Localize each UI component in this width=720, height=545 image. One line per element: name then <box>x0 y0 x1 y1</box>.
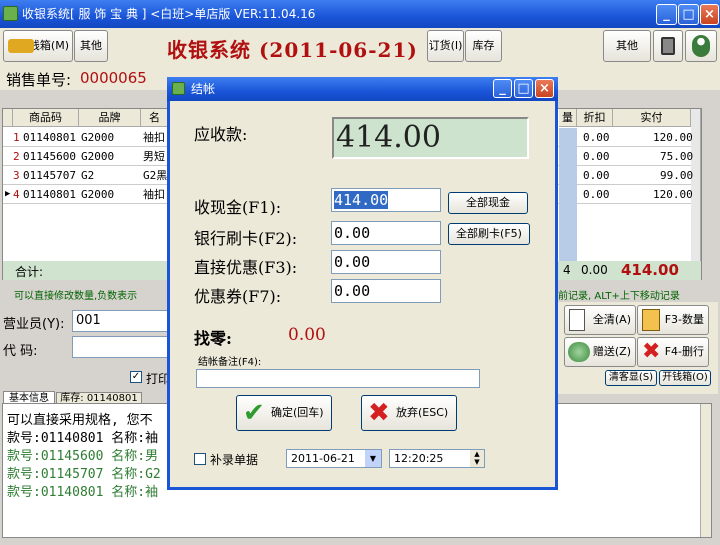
col-header-brand: 品牌 <box>79 109 141 127</box>
sum-discount: 0.00 <box>581 263 608 277</box>
col-header-discount: 折扣 <box>577 109 613 127</box>
cash-input[interactable]: 414.00 <box>331 188 441 212</box>
col-header-name: 名 <box>141 109 169 127</box>
salesperson-label: 营业员(Y): <box>3 317 65 332</box>
note-label: 结帐备注(F4): <box>198 357 262 368</box>
coupon-label: 优惠券(F7): <box>194 287 282 306</box>
code-field[interactable] <box>72 336 168 358</box>
cancel-button[interactable]: ✖ 放弃(ESC) <box>361 395 457 431</box>
calculator-icon <box>661 37 675 55</box>
supplement-checkbox[interactable] <box>194 453 206 465</box>
due-amount-display: 414.00 <box>332 117 529 159</box>
confirm-button[interactable]: ✔ 确定(回车) <box>236 395 332 431</box>
dialog-close-button[interactable]: × <box>535 79 554 98</box>
due-label: 应收款: <box>194 125 248 144</box>
calculator-button[interactable] <box>653 30 683 62</box>
other-right-button[interactable]: 其他 <box>603 30 651 62</box>
sale-no-value: 0000065 <box>80 69 147 87</box>
date-picker[interactable]: 2011-06-21 ▼ <box>286 449 382 468</box>
user-icon <box>692 35 710 57</box>
window-title: 收银系统[ 服 饰 宝 典 ] <白班>单店版 VER:11.04.16 <box>22 7 316 21</box>
all-card-button[interactable]: 全部刷卡(F5) <box>448 223 530 245</box>
cash-drawer-button[interactable]: 钱箱(M) <box>3 30 73 62</box>
document-icon <box>569 309 585 331</box>
time-picker[interactable]: 12:20:25 ▲ ▼ <box>389 449 485 468</box>
toolbar: 钱箱(M) 其他 收银系统 (2011-06-21) 订货(I) 库存(K) 其… <box>0 28 720 82</box>
open-drawer-button[interactable]: 开钱箱(O) <box>659 370 711 386</box>
key-icon <box>8 39 34 53</box>
coupon-input[interactable]: 0.00 <box>331 279 441 303</box>
card-label: 银行刷卡(F2): <box>194 229 298 248</box>
print-checkbox[interactable]: ✓ <box>130 371 142 383</box>
minimize-button[interactable]: _ <box>656 4 677 25</box>
card-input[interactable]: 0.00 <box>331 221 441 245</box>
sum-qty: 4 <box>563 263 571 277</box>
close-button[interactable]: × <box>700 4 719 25</box>
note-input[interactable] <box>196 369 480 388</box>
col-header-code: 商品码 <box>13 109 79 127</box>
notepad-icon <box>642 309 660 331</box>
col-header-qty: 量 <box>559 109 577 127</box>
f4-delete-button[interactable]: ✖ F4-删行 <box>637 337 709 367</box>
sale-no-label: 销售单号: <box>6 71 72 89</box>
dialog-app-icon <box>172 82 185 95</box>
dialog-maximize-button[interactable]: □ <box>514 79 533 98</box>
salesperson-field[interactable]: 001 <box>72 310 168 332</box>
clear-display-button[interactable]: 清客显(S) <box>605 370 657 386</box>
user-button[interactable] <box>685 30 717 62</box>
f3-quantity-button[interactable]: F3-数量 <box>637 305 709 335</box>
order-button[interactable]: 订货(I) <box>427 30 464 62</box>
delete-x-icon: ✖ <box>642 339 661 364</box>
app-title: 收银系统 (2011-06-21) <box>167 38 418 62</box>
dialog-title-bar: 结帐 _ □ × <box>167 77 558 101</box>
current-row-marker: ▶ <box>5 189 11 199</box>
chevron-down-icon[interactable]: ▼ <box>365 450 381 467</box>
change-label: 找零: <box>194 329 232 348</box>
gift-icon <box>568 342 590 362</box>
row-header-corner <box>3 109 13 127</box>
cancel-x-icon: ✖ <box>368 398 390 428</box>
change-value: 0.00 <box>288 325 326 345</box>
log-scrollbar[interactable] <box>700 404 711 537</box>
checkout-dialog: 结帐 _ □ × 应收款: 414.00 收现金(F1): 414.00 全部现… <box>167 77 558 490</box>
supplement-label: 补录单据 <box>210 453 259 467</box>
dialog-title: 结帐 <box>191 82 216 96</box>
checkmark-icon: ✔ <box>243 398 265 428</box>
discount-input[interactable]: 0.00 <box>331 250 441 274</box>
col-header-paid: 实付 <box>613 109 691 127</box>
all-cash-button[interactable]: 全部现金 <box>448 192 528 214</box>
qty-column-highlight <box>559 128 577 261</box>
clear-all-button[interactable]: 全清(A) <box>564 305 636 335</box>
stock-button[interactable]: 库存(K) <box>465 30 502 82</box>
other-left-button[interactable]: 其他 <box>74 30 108 62</box>
discount-label: 直接优惠(F3): <box>194 258 298 277</box>
main-title-bar: 收银系统[ 服 饰 宝 典 ] <白班>单店版 VER:11.04.16 _ □… <box>0 0 720 28</box>
sum-label: 合计: <box>15 265 44 279</box>
spinner-icon[interactable]: ▲ ▼ <box>470 450 484 467</box>
sum-total: 414.00 <box>621 261 679 279</box>
gift-button[interactable]: 赠送(Z) <box>564 337 636 367</box>
dialog-minimize-button[interactable]: _ <box>493 79 512 98</box>
app-icon <box>3 6 18 21</box>
cash-label: 收现金(F1): <box>194 198 282 217</box>
code-label: 代 码: <box>3 344 38 359</box>
maximize-button[interactable]: □ <box>678 4 699 25</box>
